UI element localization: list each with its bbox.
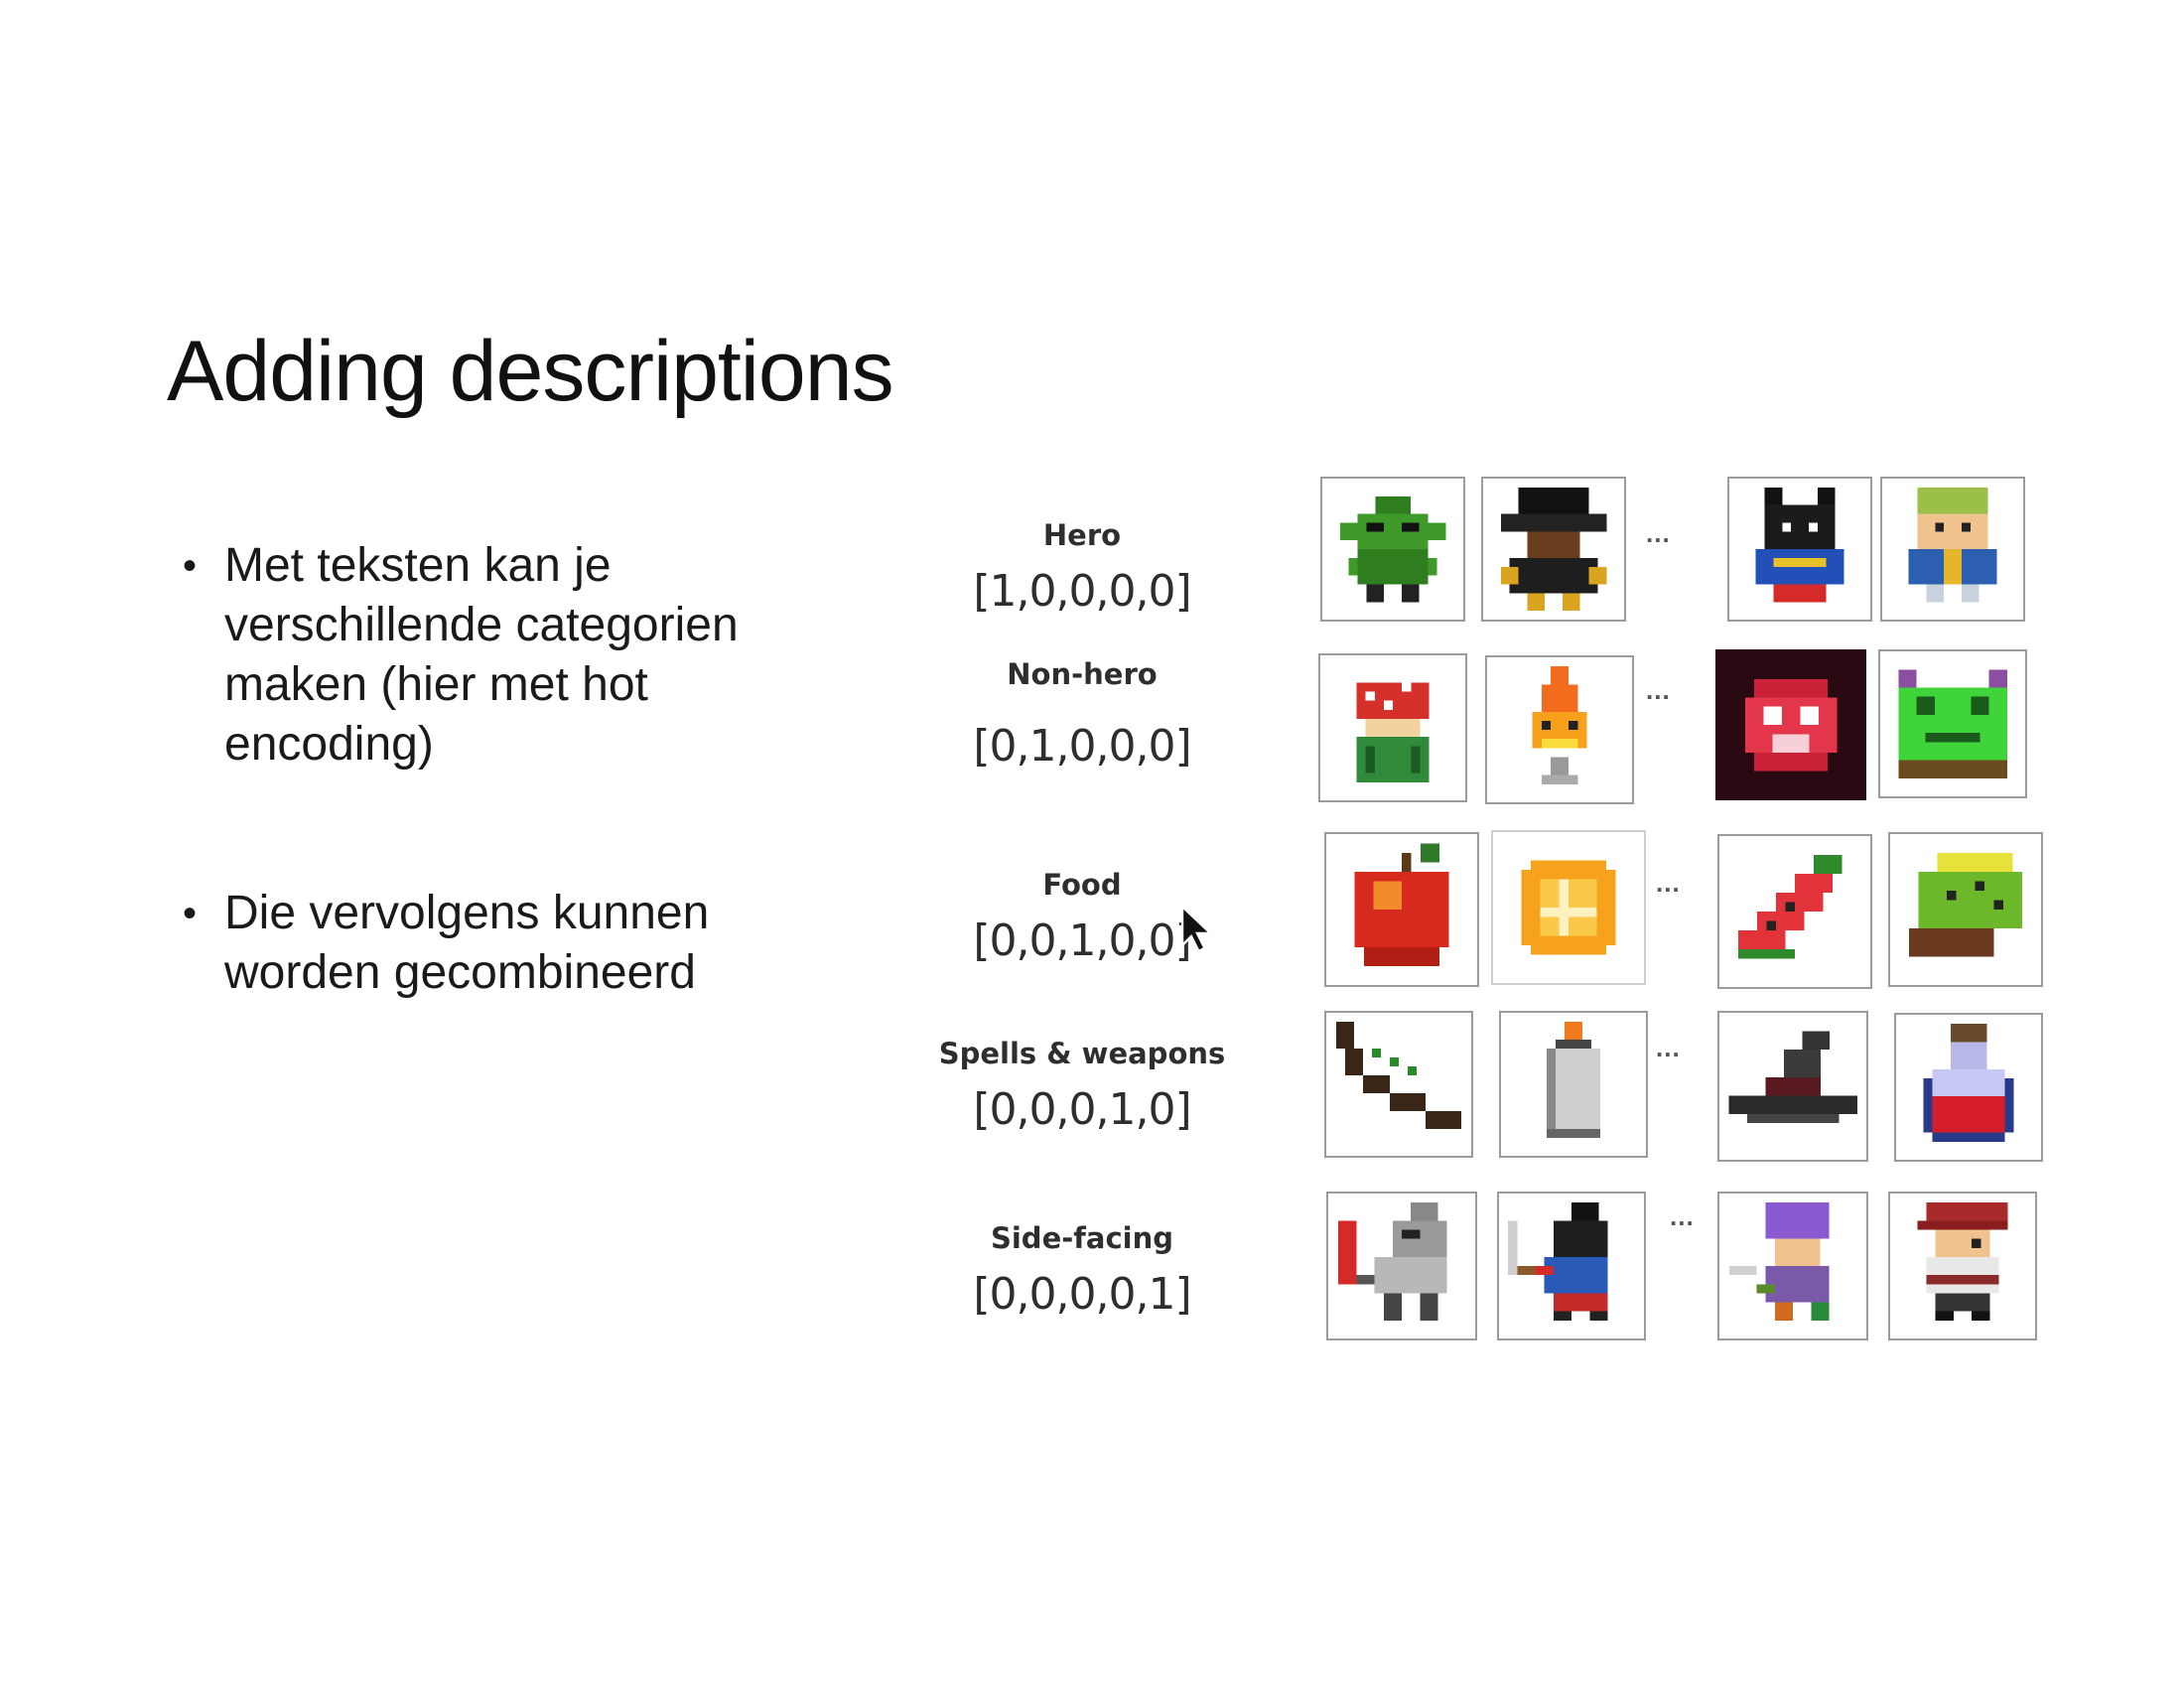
category-figure: Hero [1,0,0,0,0] ... Non-hero [0,1,0,0,0… [933,467,2075,1360]
category-name: Hero [1042,518,1122,552]
hooded-hero-icon [1481,477,1626,622]
category-name: Food [1042,868,1122,902]
bullet-text: Met teksten kan je verschillende categor… [224,539,739,771]
category-hero: Hero [1,0,0,0,0] [933,518,1231,617]
bat-knight-icon [1727,477,1872,622]
green-frog-monster-icon [1878,649,2027,798]
bullet-glyph: • [183,892,198,935]
apple-icon [1324,832,1479,987]
green-goblin-icon [1320,477,1465,622]
witch-hat-icon [1717,1011,1868,1162]
ellipsis: ... [1656,868,1681,898]
category-vector: [0,1,0,0,0] [973,721,1191,772]
category-vector: [0,0,0,0,1] [973,1269,1191,1320]
potion-icon [1894,1013,2043,1162]
candle-icon [1499,1011,1648,1158]
category-side-facing: Side-facing [0,0,0,0,1] [933,1221,1231,1320]
bow-icon [1324,1011,1473,1158]
category-name: Side-facing [990,1221,1173,1255]
ellipsis: ... [1646,675,1671,705]
kiwi-icon [1888,832,2043,987]
category-vector: [1,0,0,0,0] [973,566,1191,617]
fire-spirit-icon [1485,655,1634,804]
armored-knight-icon [1326,1192,1477,1340]
watermelon-icon [1717,834,1872,989]
bullet-glyph: • [183,544,198,588]
blonde-hero-icon [1880,477,2025,622]
ellipsis: ... [1646,518,1671,548]
mouse-cursor-icon [1180,904,1214,953]
category-name: Spells & weapons [938,1037,1226,1070]
bullet-list: • Met teksten kan je verschillende categ… [177,536,832,1003]
bullet-item: • Met teksten kan je verschillende categ… [177,536,832,774]
category-spells-weapons: Spells & weapons [0,0,0,1,0] [933,1037,1231,1135]
bullet-item: • Die vervolgens kunnen worden gecombine… [177,884,832,1003]
red-cap-hero-icon [1888,1192,2037,1340]
slide: Adding descriptions • Met teksten kan je… [0,0,2184,1688]
ninja-swordsman-icon [1497,1192,1646,1340]
ellipsis: ... [1670,1201,1695,1231]
category-name: Non-hero [1007,657,1158,691]
ellipsis: ... [1656,1033,1681,1062]
orange-slice-icon [1491,830,1646,985]
slide-title: Adding descriptions [167,324,894,419]
category-vector: [0,0,0,1,0] [973,1084,1191,1135]
bullet-text: Die vervolgens kunnen worden gecombineer… [224,887,710,999]
mushroom-creature-icon [1318,653,1467,802]
category-non-hero: Non-hero [0,1,0,0,0] [933,657,1231,772]
red-blob-icon [1715,649,1866,800]
purple-hair-mage-icon [1717,1192,1868,1340]
